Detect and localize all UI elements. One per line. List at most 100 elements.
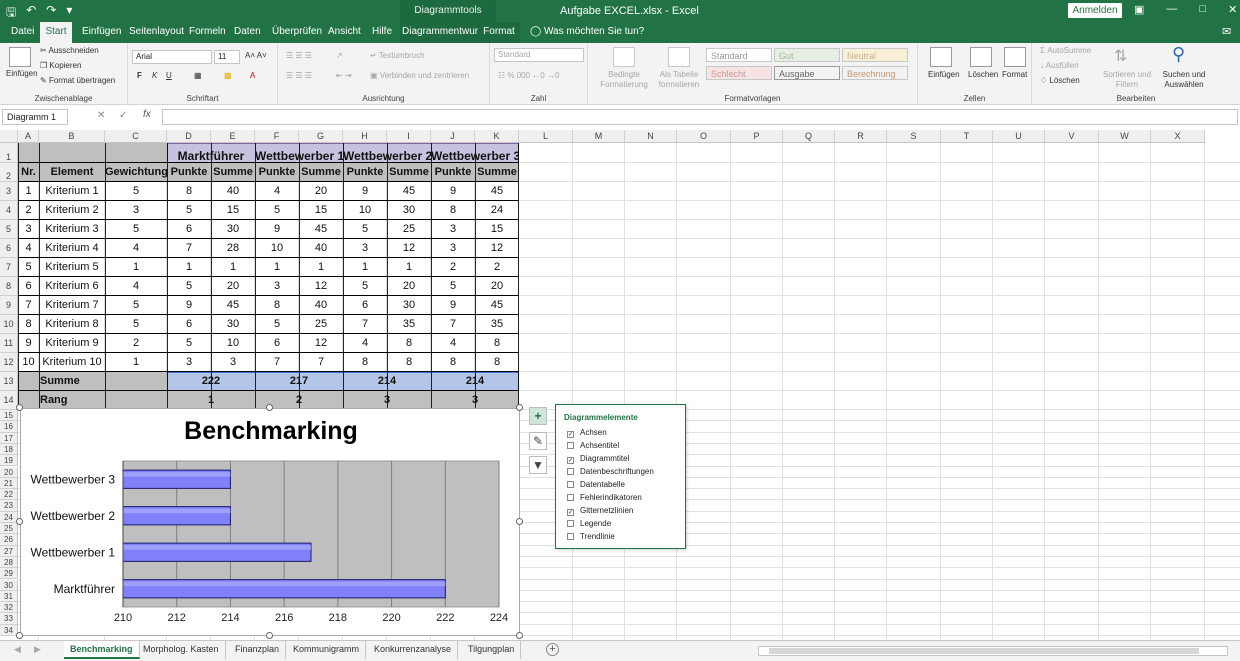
table-cell[interactable]: 4 bbox=[343, 334, 387, 353]
table-cell[interactable]: 40 bbox=[299, 239, 343, 258]
column-header[interactable]: V bbox=[1045, 130, 1099, 143]
table-cell[interactable]: 3 bbox=[211, 353, 255, 372]
chart-filter-icon[interactable]: ▼ bbox=[529, 456, 547, 474]
table-cell[interactable]: 8 bbox=[475, 353, 519, 372]
column-header[interactable]: M bbox=[573, 130, 625, 143]
row-header[interactable]: 22 bbox=[0, 489, 18, 501]
column-header[interactable]: Q bbox=[783, 130, 835, 143]
column-header[interactable]: K bbox=[475, 130, 519, 143]
format-as-table-button[interactable]: Als Tabelle formatieren bbox=[654, 70, 704, 90]
font-size-select[interactable]: 11 bbox=[214, 50, 240, 64]
sort-filter-button[interactable]: Sortieren und Filtern bbox=[1102, 70, 1152, 90]
table-cell[interactable]: 1 bbox=[299, 258, 343, 277]
table-cell[interactable]: 4 bbox=[255, 182, 299, 201]
conditional-format-icon[interactable] bbox=[613, 47, 635, 67]
checkbox-icon[interactable] bbox=[567, 533, 574, 540]
style-neutral[interactable]: Neutral bbox=[842, 48, 908, 62]
column-header[interactable]: B bbox=[39, 130, 105, 143]
column-header[interactable]: H bbox=[343, 130, 387, 143]
fill-button[interactable]: ↓ Ausfüllen bbox=[1040, 61, 1079, 70]
save-icon[interactable]: 🖫 bbox=[6, 3, 16, 24]
table-cell[interactable]: 2 bbox=[18, 201, 39, 220]
cut-button[interactable]: ✂ Ausschneiden bbox=[40, 46, 99, 55]
delete-cells-icon[interactable] bbox=[970, 47, 992, 67]
insert-cells-button[interactable]: Einfügen bbox=[928, 70, 960, 79]
row-header[interactable]: 9 bbox=[0, 296, 18, 315]
row-header[interactable]: 26 bbox=[0, 534, 18, 546]
find-select-icon[interactable]: ⚲ bbox=[1172, 44, 1185, 65]
paste-button[interactable]: Einfügen bbox=[6, 69, 38, 78]
resize-handle-br[interactable] bbox=[516, 632, 523, 639]
chart-element-option[interactable]: Legende bbox=[567, 519, 611, 528]
table-cell[interactable]: 12 bbox=[387, 239, 431, 258]
table-cell[interactable]: 8 bbox=[255, 296, 299, 315]
merge-center-button[interactable]: ▣ Verbinden und zentrieren bbox=[370, 71, 469, 80]
table-cell[interactable]: Kriterium 2 bbox=[39, 201, 105, 220]
column-header[interactable]: U bbox=[993, 130, 1045, 143]
table-cell[interactable]: 5 bbox=[18, 258, 39, 277]
table-cell[interactable]: 15 bbox=[211, 201, 255, 220]
row-header[interactable]: 28 bbox=[0, 556, 18, 569]
table-cell[interactable]: 3 bbox=[105, 201, 167, 220]
row-header[interactable]: 20 bbox=[0, 466, 18, 478]
resize-handle-r[interactable] bbox=[516, 518, 523, 525]
minimize-icon[interactable]: — bbox=[1166, 3, 1177, 16]
table-cell[interactable]: 10 bbox=[211, 334, 255, 353]
row-header[interactable]: 30 bbox=[0, 579, 18, 591]
table-cell[interactable]: 10 bbox=[343, 201, 387, 220]
style-gut[interactable]: Gut bbox=[774, 48, 840, 62]
checkbox-icon[interactable] bbox=[567, 442, 574, 449]
table-cell[interactable]: 5 bbox=[105, 220, 167, 239]
delete-cells-button[interactable]: Löschen bbox=[968, 70, 998, 79]
column-header[interactable]: W bbox=[1099, 130, 1151, 143]
table-cell[interactable]: 4 bbox=[431, 334, 475, 353]
sheet-tab[interactable]: Benchmarking bbox=[64, 641, 140, 659]
column-header[interactable]: T bbox=[941, 130, 993, 143]
tab-formeln[interactable]: Formeln bbox=[187, 22, 228, 43]
table-cell[interactable]: 8 bbox=[18, 315, 39, 334]
table-cell[interactable]: Kriterium 5 bbox=[39, 258, 105, 277]
table-cell[interactable]: 6 bbox=[343, 296, 387, 315]
resize-handle-tr[interactable] bbox=[516, 404, 523, 411]
table-cell[interactable]: 8 bbox=[475, 334, 519, 353]
format-as-table-icon[interactable] bbox=[668, 47, 690, 67]
fx-icon[interactable]: fx bbox=[143, 109, 151, 120]
tab-einfuegen[interactable]: Einfügen bbox=[80, 22, 123, 43]
table-cell[interactable]: 5 bbox=[105, 315, 167, 334]
chart-element-option[interactable]: ✓ Diagrammtitel bbox=[567, 454, 629, 464]
table-cell[interactable]: 30 bbox=[211, 220, 255, 239]
table-cell[interactable]: 2 bbox=[431, 258, 475, 277]
table-cell[interactable]: 8 bbox=[431, 201, 475, 220]
table-cell[interactable]: 45 bbox=[387, 182, 431, 201]
table-cell[interactable]: Kriterium 9 bbox=[39, 334, 105, 353]
add-sheet-icon[interactable]: + bbox=[546, 643, 559, 656]
sheet-tab[interactable]: Tilgungplan bbox=[462, 641, 522, 659]
table-cell[interactable]: 9 bbox=[343, 182, 387, 201]
table-cell[interactable]: Kriterium 7 bbox=[39, 296, 105, 315]
table-cell[interactable]: Kriterium 6 bbox=[39, 277, 105, 296]
chart-element-option[interactable]: Datenbeschriftungen bbox=[567, 467, 654, 476]
table-cell[interactable]: 30 bbox=[387, 201, 431, 220]
checkbox-checked-icon[interactable]: ✓ bbox=[567, 431, 574, 438]
table-cell[interactable]: 1 bbox=[105, 258, 167, 277]
column-header[interactable]: D bbox=[167, 130, 211, 143]
align-top-icon[interactable]: ☰ ☰ ☰ bbox=[286, 51, 312, 60]
row-header[interactable]: 27 bbox=[0, 545, 18, 557]
row-header[interactable]: 4 bbox=[0, 201, 18, 220]
column-header[interactable]: O bbox=[677, 130, 731, 143]
table-cell[interactable]: Kriterium 3 bbox=[39, 220, 105, 239]
table-cell[interactable]: 5 bbox=[343, 220, 387, 239]
table-cell[interactable]: 8 bbox=[431, 353, 475, 372]
row-header[interactable]: 32 bbox=[0, 602, 18, 614]
chart-element-option[interactable]: Fehlerindikatoren bbox=[567, 493, 642, 502]
table-cell[interactable]: 3 bbox=[343, 239, 387, 258]
bold-button[interactable]: F bbox=[137, 71, 142, 80]
table-cell[interactable]: 12 bbox=[475, 239, 519, 258]
row-header[interactable]: 33 bbox=[0, 613, 18, 625]
italic-button[interactable]: K bbox=[152, 71, 157, 80]
sheet-tab[interactable]: Morpholog. Kasten bbox=[137, 641, 226, 659]
table-cell[interactable]: 5 bbox=[105, 296, 167, 315]
chart-element-option[interactable]: Datentabelle bbox=[567, 480, 625, 489]
row-header[interactable]: 19 bbox=[0, 455, 18, 467]
resize-handle-b[interactable] bbox=[266, 632, 273, 639]
